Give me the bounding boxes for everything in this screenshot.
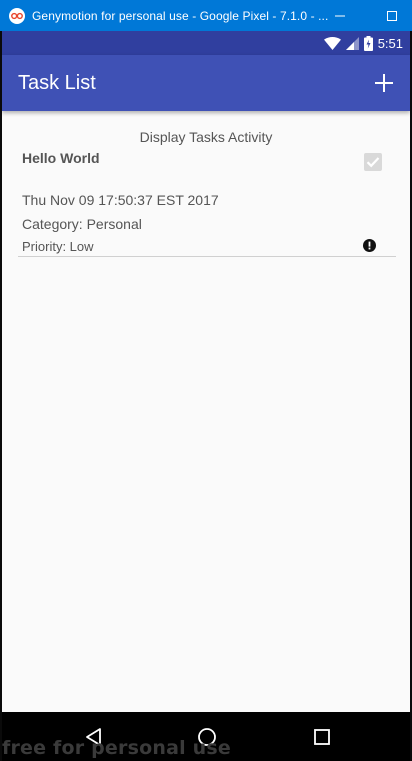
task-divider bbox=[18, 256, 396, 257]
watermark: free for personal use bbox=[2, 737, 231, 759]
recents-button[interactable] bbox=[309, 724, 335, 750]
app-title: Task List bbox=[18, 71, 96, 94]
task-category: Category: Personal bbox=[22, 216, 142, 232]
wifi-icon bbox=[323, 36, 341, 50]
recents-icon bbox=[314, 729, 330, 745]
device-screen: 5:51 Task List Display Tasks Activity He… bbox=[2, 31, 410, 761]
minimize-icon bbox=[335, 15, 345, 16]
battery-icon bbox=[363, 35, 373, 51]
activity-label: Display Tasks Activity bbox=[139, 129, 273, 145]
task-list-content: Display Tasks Activity Hello World Thu N… bbox=[2, 111, 410, 711]
add-task-button[interactable] bbox=[370, 69, 398, 97]
alert-icon bbox=[363, 239, 376, 252]
check-icon bbox=[366, 157, 380, 168]
task-priority: Priority: Low bbox=[22, 239, 94, 254]
task-item[interactable]: Hello World Thu Nov 09 17:50:37 EST 2017… bbox=[18, 147, 396, 258]
minimize-button[interactable] bbox=[320, 0, 360, 31]
status-time: 5:51 bbox=[377, 35, 403, 51]
maximize-icon bbox=[387, 10, 397, 21]
signal-icon bbox=[345, 36, 359, 50]
navigation-bar: free for personal use bbox=[2, 712, 410, 761]
window-title: Genymotion for personal use - Google Pix… bbox=[32, 8, 329, 23]
maximize-button[interactable] bbox=[372, 0, 412, 31]
task-title: Hello World bbox=[22, 150, 100, 166]
status-bar: 5:51 bbox=[2, 31, 410, 55]
window-title-bar: Genymotion for personal use - Google Pix… bbox=[0, 0, 412, 31]
add-icon bbox=[375, 74, 393, 92]
task-date: Thu Nov 09 17:50:37 EST 2017 bbox=[22, 192, 219, 208]
genymotion-logo-icon bbox=[9, 7, 25, 24]
device-frame: 5:51 Task List Display Tasks Activity He… bbox=[0, 31, 412, 761]
app-bar: Task List bbox=[2, 55, 410, 111]
task-completed-checkbox[interactable] bbox=[364, 153, 382, 171]
